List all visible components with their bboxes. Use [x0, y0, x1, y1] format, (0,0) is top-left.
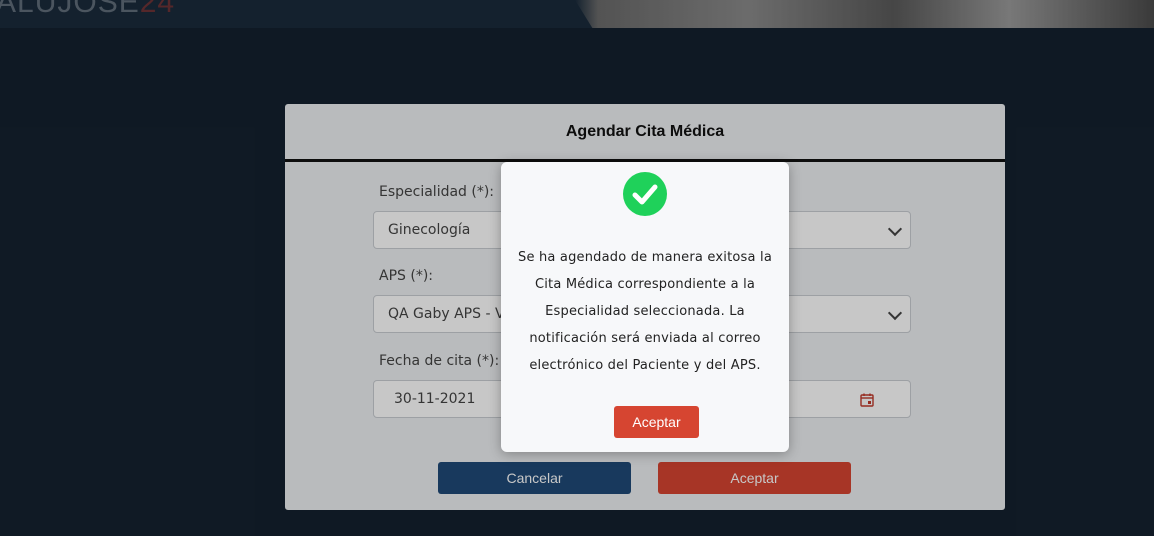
- success-message: Se ha agendado de manera exitosa la Cita…: [518, 250, 772, 373]
- success-dialog: Se ha agendado de manera exitosa la Cita…: [501, 162, 789, 452]
- dialog-accept-button[interactable]: Aceptar: [614, 406, 699, 438]
- check-circle-icon: [623, 172, 667, 216]
